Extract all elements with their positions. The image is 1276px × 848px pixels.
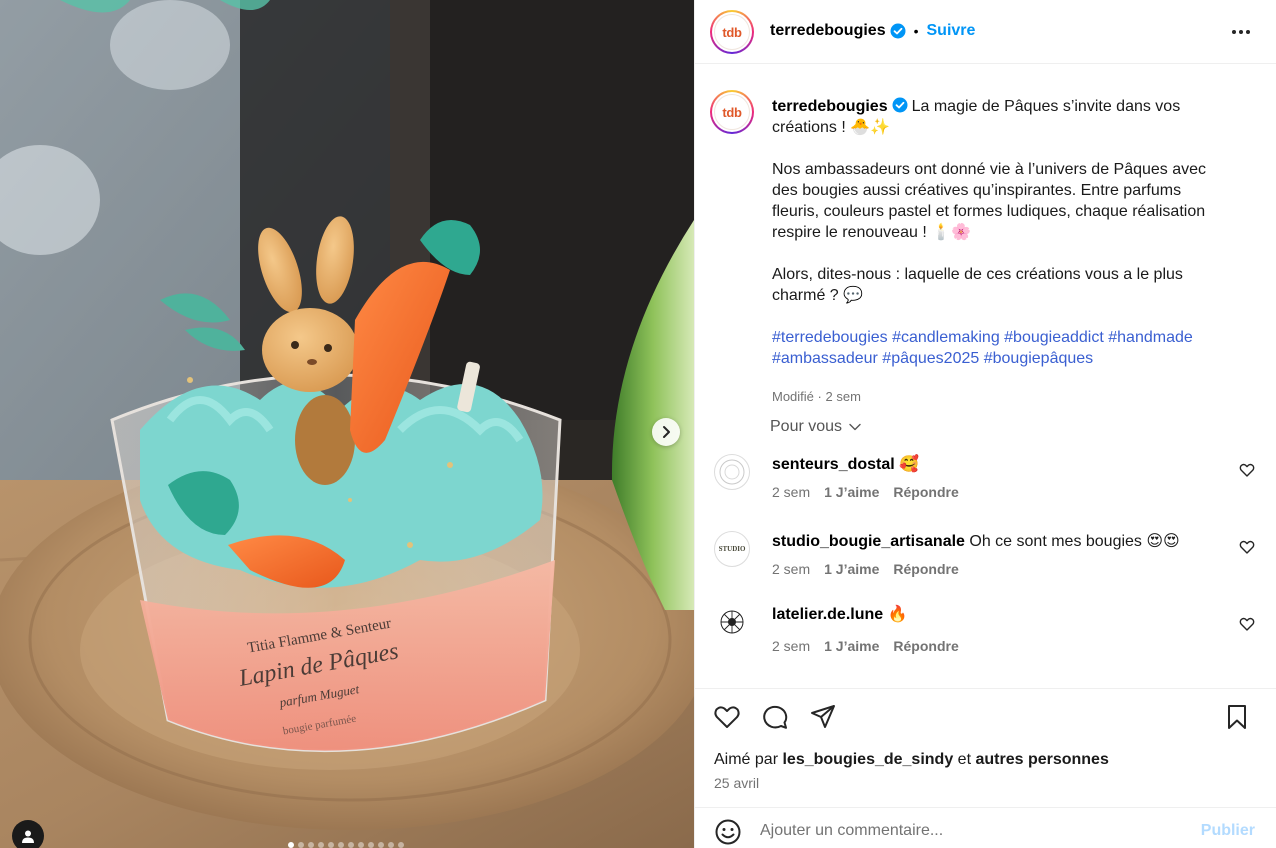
carousel-indicator (288, 842, 404, 848)
post-details-panel: tdb terredebougies • Suivre tdb terredeb… (694, 0, 1276, 848)
add-comment-bar: Publier (695, 807, 1276, 848)
carousel-dot (398, 842, 404, 848)
comment-text: 🥰 (899, 456, 920, 473)
carousel-dot (288, 842, 294, 848)
avatar-logo-text: tdb (722, 104, 742, 120)
candle-photo-illustration: Titia Flamme & Senteur Lapin de Pâques p… (0, 0, 694, 848)
caption-paragraph-3: Alors, dites-nous : laquelle de ces créa… (772, 266, 1183, 304)
caption-avatar[interactable]: tdb (710, 90, 754, 134)
comment-item: senteurs_dostal 🥰 2 sem 1 J’aime Répondr… (695, 454, 1276, 514)
carousel-dot (318, 842, 324, 848)
likes-user[interactable]: les_bougies_de_sindy (782, 751, 953, 768)
reply-button[interactable]: Répondre (893, 561, 958, 577)
carousel-dot (298, 842, 304, 848)
post-photo: Titia Flamme & Senteur Lapin de Pâques p… (0, 0, 694, 848)
post-date[interactable]: 25 avril (714, 775, 759, 791)
comment-input[interactable] (760, 822, 1180, 840)
carousel-dot (378, 842, 384, 848)
reply-button[interactable]: Répondre (893, 484, 958, 500)
comment-username[interactable]: latelier.de.lune (772, 606, 883, 623)
user-icon (22, 830, 34, 843)
heart-outline-icon[interactable] (1239, 539, 1255, 555)
avatar-logo-text: tdb (722, 24, 742, 40)
account-username[interactable]: terredebougies (770, 22, 886, 40)
comment-meta: 2 sem 1 J’aime Répondre (772, 561, 959, 577)
comment-username[interactable]: senteurs_dostal (772, 456, 895, 473)
heart-icon (714, 706, 740, 728)
commenter-avatar[interactable] (710, 600, 754, 644)
comment-text: Oh ce sont mes bougies 😍😍 (969, 533, 1180, 550)
carousel-dot (368, 842, 374, 848)
commenter-avatar[interactable]: STUDIO (714, 531, 750, 567)
comment-likes[interactable]: 1 J’aime (824, 561, 879, 577)
likes-others[interactable]: autres personnes (975, 751, 1108, 768)
comments-filter-label: Pour vous (770, 418, 843, 435)
post-age[interactable]: 2 sem (826, 389, 861, 404)
reply-button[interactable]: Répondre (893, 638, 958, 654)
mandala-logo-icon (720, 610, 744, 634)
caption-meta: Modifié · 2 sem (772, 386, 1232, 407)
post-actions: Aimé par les_bougies_de_sindy et autres … (695, 688, 1276, 848)
separator-dot: • (913, 23, 919, 39)
carousel-dot (388, 842, 394, 848)
header-account-line: terredebougies • Suivre (770, 22, 975, 40)
caption-text: terredebougies La magie de Pâques s’invit… (772, 96, 1232, 407)
likes-summary: Aimé par les_bougies_de_sindy et autres … (714, 751, 1109, 769)
carousel-next-button[interactable] (652, 418, 680, 446)
likes-prefix: Aimé par (714, 751, 779, 768)
comment-meta: 2 sem 1 J’aime Répondre (772, 484, 959, 500)
comment-time[interactable]: 2 sem (772, 484, 810, 500)
chevron-down-icon (849, 423, 861, 431)
comment-body: latelier.de.lune 🔥 (772, 604, 908, 624)
bookmark-icon[interactable] (1223, 703, 1251, 731)
carousel-dot (308, 842, 314, 848)
follow-button[interactable]: Suivre (927, 22, 976, 40)
chevron-right-icon (663, 426, 670, 438)
more-options-icon[interactable] (1229, 22, 1253, 42)
comment-body: studio_bougie_artisanale Oh ce sont mes … (772, 531, 1180, 551)
carousel-dot (358, 842, 364, 848)
avatar-logo-text: STUDIO (718, 545, 746, 553)
heart-outline-icon[interactable] (1239, 462, 1255, 478)
meta-dot: · (817, 389, 822, 404)
like-button[interactable] (713, 703, 741, 731)
comment-text: 🔥 (887, 606, 908, 623)
round-logo-icon (719, 459, 745, 485)
caption-username[interactable]: terredebougies (772, 98, 888, 115)
comment-time[interactable]: 2 sem (772, 638, 810, 654)
comment-likes[interactable]: 1 J’aime (824, 638, 879, 654)
comments-filter-dropdown[interactable]: Pour vous (770, 418, 862, 436)
comment-item: latelier.de.lune 🔥 2 sem 1 J’aime Répond… (695, 600, 1276, 664)
carousel-dot (328, 842, 334, 848)
instagram-post-modal: Titia Flamme & Senteur Lapin de Pâques p… (0, 0, 1276, 848)
carousel-dot (348, 842, 354, 848)
emoji-icon[interactable] (714, 818, 742, 846)
carousel-dot (338, 842, 344, 848)
share-button[interactable] (809, 703, 837, 731)
likes-and: et (957, 751, 972, 768)
account-avatar[interactable]: tdb (710, 10, 754, 54)
comment-time[interactable]: 2 sem (772, 561, 810, 577)
verified-badge-icon (890, 23, 906, 39)
caption-paragraph-2: Nos ambassadeurs ont donné vie à l’unive… (772, 161, 1207, 241)
publish-button[interactable]: Publier (1201, 822, 1255, 840)
comment-likes[interactable]: 1 J’aime (824, 484, 879, 500)
comment-username[interactable]: studio_bougie_artisanale (772, 533, 965, 550)
comment-item: STUDIO studio_bougie_artisanale Oh ce so… (695, 531, 1276, 591)
comment-button[interactable] (761, 703, 789, 731)
action-buttons (713, 703, 837, 731)
comment-meta: 2 sem 1 J’aime Répondre (772, 638, 959, 654)
commenter-avatar[interactable] (714, 454, 750, 490)
comment-bubble-icon (763, 705, 788, 729)
edited-label: Modifié (772, 389, 814, 404)
verified-badge-icon (892, 97, 908, 113)
tagged-users-button[interactable] (12, 820, 44, 848)
heart-outline-icon[interactable] (1239, 616, 1255, 632)
caption-hashtags[interactable]: #terredebougies #candlemaking #bougieadd… (772, 327, 1232, 369)
send-icon (811, 705, 835, 728)
post-header: tdb terredebougies • Suivre (695, 0, 1276, 64)
comment-body: senteurs_dostal 🥰 (772, 454, 919, 474)
